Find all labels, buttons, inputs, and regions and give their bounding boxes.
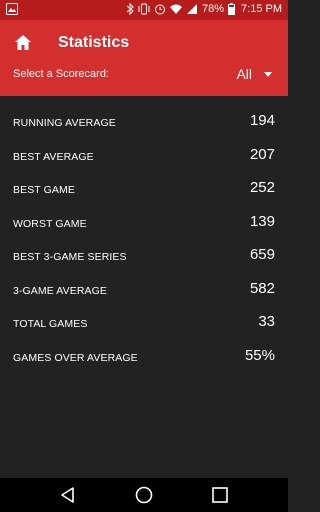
navigation-bar: [0, 478, 288, 512]
stat-label: BEST 3-GAME SERIES: [13, 251, 127, 263]
stat-value: 194: [249, 112, 275, 129]
scorecard-selected-value: All: [236, 66, 252, 82]
page-title: Statistics: [58, 34, 130, 51]
statistics-list: RUNNING AVERAGE 194 BEST AVERAGE 207 BES…: [0, 105, 288, 373]
chevron-down-icon: [264, 71, 272, 77]
stat-value: 207: [249, 145, 275, 163]
stat-label: BEST AVERAGE: [13, 150, 94, 163]
stat-label: RUNNING AVERAGE: [13, 117, 116, 129]
stat-row-best-game: BEST GAME 252: [0, 172, 288, 206]
stat-row-running-average: RUNNING AVERAGE 194: [0, 105, 288, 139]
stat-label: 3-GAME AVERAGE: [13, 284, 107, 297]
scorecard-dropdown[interactable]: All: [236, 65, 272, 83]
stat-value: 582: [249, 279, 275, 297]
home-button[interactable]: [12, 32, 34, 54]
battery-percent: 78%: [202, 3, 225, 15]
stat-row-best-average: BEST AVERAGE 207: [0, 139, 288, 173]
scorecard-label: Select a Scorecard:: [13, 68, 109, 80]
nav-home-button[interactable]: [134, 485, 154, 505]
status-bar: 78% 7:15 PM: [0, 0, 288, 20]
battery-icon: [228, 3, 236, 15]
stat-row-3-game-average: 3-GAME AVERAGE 582: [0, 273, 288, 307]
home-circle-icon: [135, 486, 153, 504]
vibrate-icon: [138, 3, 150, 15]
recent-apps-button[interactable]: [210, 485, 230, 505]
stat-label: BEST GAME: [13, 184, 75, 196]
bluetooth-icon: [126, 3, 134, 15]
image-notification-icon: [6, 3, 18, 18]
app-bar: Statistics Select a Scorecard: All: [0, 20, 288, 96]
stat-label: GAMES OVER AVERAGE: [13, 351, 138, 364]
stat-row-best-3-game-series: BEST 3-GAME SERIES 659: [0, 239, 288, 273]
stat-value: 252: [249, 179, 275, 196]
back-triangle-icon: [61, 487, 74, 503]
recent-apps-square-icon: [212, 487, 228, 503]
wifi-icon: [170, 3, 182, 15]
stat-value: 659: [249, 246, 275, 263]
stat-label: WORST GAME: [13, 217, 87, 230]
stat-row-total-games: TOTAL GAMES 33: [0, 306, 288, 340]
clock: 7:15 PM: [241, 3, 282, 15]
alarm-icon: [154, 3, 166, 15]
stat-label: TOTAL GAMES: [13, 318, 88, 330]
back-button[interactable]: [58, 485, 78, 505]
stat-value: 33: [258, 313, 275, 330]
home-icon: [15, 35, 31, 50]
stat-value: 55%: [244, 346, 275, 364]
status-icons: 78% 7:15 PM: [126, 3, 282, 15]
stat-row-worst-game: WORST GAME 139: [0, 206, 288, 240]
stat-row-games-over-average: GAMES OVER AVERAGE 55%: [0, 340, 288, 374]
signal-icon: [186, 3, 198, 15]
stat-value: 139: [249, 212, 275, 230]
